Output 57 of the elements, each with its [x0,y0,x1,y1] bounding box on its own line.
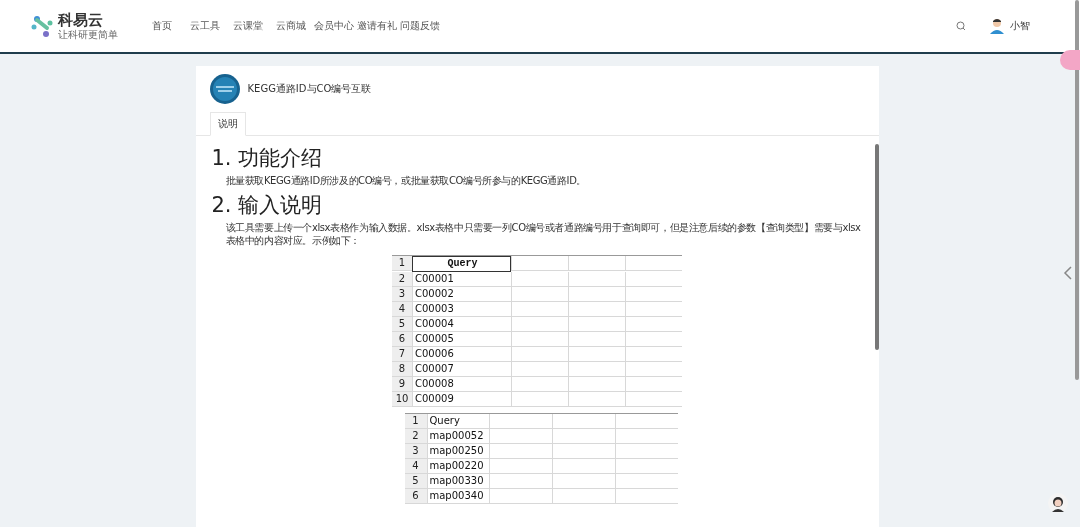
row-number: 7 [392,347,412,362]
logo-icon [30,14,54,38]
row-number: 3 [392,287,412,302]
row-number: 5 [392,317,412,332]
sheet-cell: map00250 [426,444,489,459]
assistant-avatar-icon [1048,493,1068,513]
scrollbar[interactable] [874,144,879,350]
row-number: 6 [392,332,412,347]
chevron-left-icon [1062,265,1074,281]
row-number: 2 [392,272,412,287]
section-text: 该工具需要上传一个xlsx表格作为输入数据。xlsx表格中只需要一列CO编号或者通路编号用于查询即可，但是注意后续的参数【查询类型】需要与xlsx表格中的内容对应。示例如下： [225,221,862,247]
row-number: 4 [404,459,427,474]
sheet-cell: C00008 [412,377,511,392]
sheet-cell: map00220 [426,459,489,474]
search-icon [956,21,966,31]
nav-link[interactable]: 问题反馈 [398,19,441,33]
section-heading: 1. 功能介绍 [211,145,324,172]
row-number: 1 [392,256,412,271]
nav-link[interactable]: 会员中心 [312,19,355,33]
tool-logo-icon [209,74,240,104]
nav-link[interactable]: 首页 [140,19,183,33]
user-name[interactable]: 小智 [1010,19,1030,33]
row-number: 3 [404,444,427,459]
row-number: 5 [404,474,427,489]
sheet-cell: C00001 [412,272,511,287]
section-heading: 2. 输入说明 [211,192,324,219]
sheet-cell: C00002 [412,287,511,302]
sheet-cell: C00003 [412,302,511,317]
nav-link[interactable]: 云工具 [183,19,226,33]
row-number: 2 [404,429,427,444]
sheet-cell: map00340 [426,489,489,504]
sheet-cell: map00330 [426,474,489,489]
sheet-cell: C00009 [412,392,511,407]
row-number: 6 [404,489,427,504]
section-text: 批量获取KEGG通路ID所涉及的CO编号，或批量获取CO编号所参与的KEGG通路ID。 [225,174,588,187]
sheet-cell: Query [412,256,511,272]
row-number: 10 [392,392,412,407]
nav-link[interactable]: 云商城 [269,19,312,33]
tab[interactable]: 说明 [209,112,246,136]
logo-name: 科易云 [58,11,104,29]
sheet-cell: C00006 [412,347,511,362]
avatar-icon [990,18,1004,34]
row-number: 8 [392,362,412,377]
row-number: 1 [404,414,427,429]
nav-link[interactable]: 云课堂 [226,19,269,33]
row-number: 9 [392,377,412,392]
sheet-cell: map00052 [426,429,489,444]
translate-button[interactable] [1060,50,1080,70]
tool-title: KEGG通路ID与CO编号互联 [247,82,372,96]
sheet-cell: C00007 [412,362,511,377]
logo-slogan: 让科研更简单 [58,29,118,41]
nav-link[interactable]: 邀请有礼 [355,19,398,33]
sheet-cell: C00004 [412,317,511,332]
sheet-cell: Query [426,414,489,429]
sheet-cell: C00005 [412,332,511,347]
page-scrollbar[interactable] [1075,0,1079,380]
row-number: 4 [392,302,412,317]
